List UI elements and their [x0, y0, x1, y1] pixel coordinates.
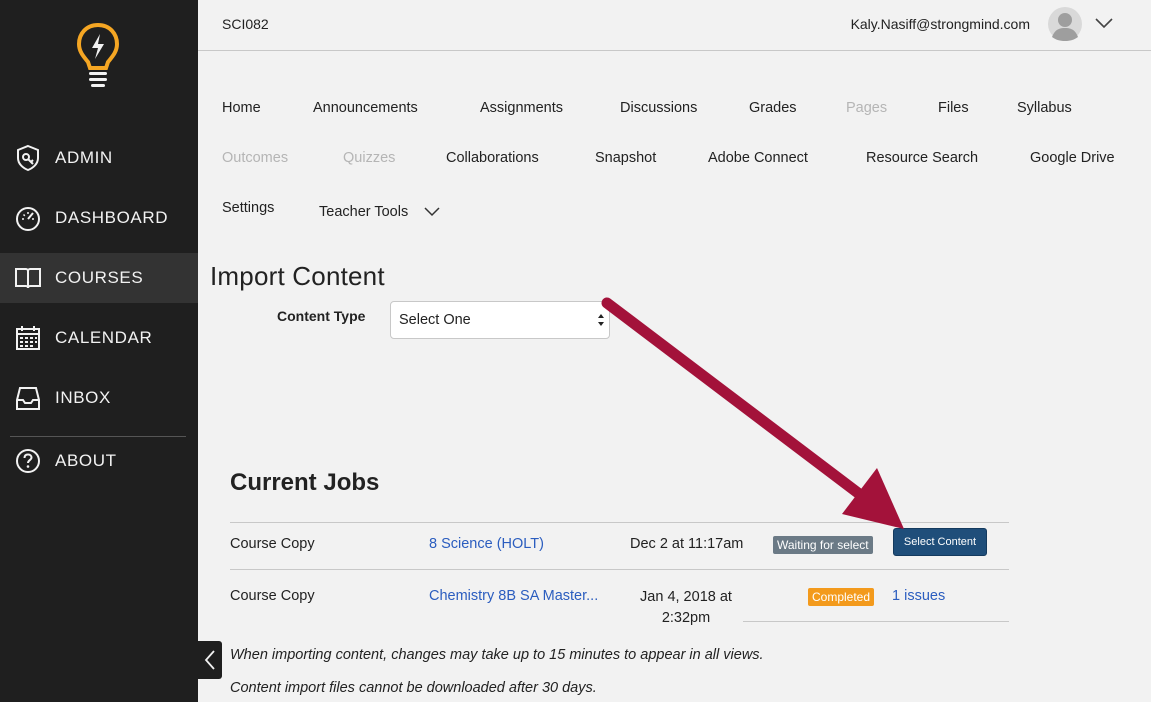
- page-title: Import Content: [210, 261, 385, 291]
- speedometer-icon: [16, 207, 40, 231]
- course-nav-collaborations[interactable]: Collaborations: [446, 150, 539, 166]
- user-email: Kaly.Nasiff@strongmind.com: [850, 16, 1030, 32]
- course-nav-teacher-tools[interactable]: Teacher Tools: [319, 204, 408, 220]
- calendar-icon: [16, 326, 40, 350]
- import-note: When importing content, changes may take…: [230, 647, 764, 663]
- job-source-link[interactable]: Chemistry 8B SA Master...: [429, 588, 598, 604]
- sidebar-item-calendar[interactable]: CALENDAR: [0, 313, 198, 363]
- sidebar-item-admin[interactable]: ADMIN: [0, 133, 198, 183]
- sidebar-item-about[interactable]: ABOUT: [0, 436, 198, 486]
- course-nav-grades[interactable]: Grades: [749, 100, 797, 116]
- content-type-select[interactable]: Select One: [390, 301, 610, 339]
- select-arrows-icon: [598, 314, 604, 326]
- job-type: Course Copy: [230, 536, 315, 552]
- course-nav-assignments[interactable]: Assignments: [480, 100, 563, 116]
- avatar[interactable]: [1048, 7, 1082, 41]
- app-window: ADMIN DASHBOARD COURSES CALENDAR INBOX A…: [0, 0, 1151, 702]
- sidebar-item-label: ABOUT: [55, 451, 117, 470]
- content-type-selected-value: Select One: [399, 312, 471, 328]
- course-nav-pages[interactable]: Pages: [846, 100, 887, 116]
- inbox-icon: [16, 387, 40, 410]
- course-nav-google-drive[interactable]: Google Drive: [1030, 150, 1115, 166]
- lightbulb-logo-icon[interactable]: [76, 22, 120, 88]
- job-date-line: Jan 4, 2018 at: [640, 589, 732, 605]
- sidebar-item-label: COURSES: [55, 268, 144, 287]
- download-note: Content import files cannot be downloade…: [230, 680, 597, 696]
- shield-icon: [17, 144, 39, 172]
- global-sidebar: ADMIN DASHBOARD COURSES CALENDAR INBOX A…: [0, 0, 198, 702]
- chevron-left-icon: [204, 650, 215, 670]
- question-icon: [16, 449, 40, 473]
- course-nav-files[interactable]: Files: [938, 100, 969, 116]
- job-date: Dec 2 at 11:17am: [630, 536, 744, 552]
- course-code[interactable]: SCI082: [222, 16, 269, 32]
- job-source-link[interactable]: 8 Science (HOLT): [429, 536, 544, 552]
- course-nav-discussions[interactable]: Discussions: [620, 100, 697, 116]
- course-nav-adobe-connect[interactable]: Adobe Connect: [708, 150, 808, 166]
- row-divider: [230, 522, 1009, 523]
- top-bar: SCI082 Kaly.Nasiff@strongmind.com: [198, 0, 1151, 51]
- status-badge: Waiting for select: [773, 536, 873, 554]
- sidebar-item-label: CALENDAR: [55, 328, 153, 347]
- row-divider: [743, 621, 1009, 622]
- sidebar-item-courses[interactable]: COURSES: [0, 253, 198, 303]
- select-content-button[interactable]: Select Content: [893, 528, 987, 556]
- course-nav-resource-search[interactable]: Resource Search: [866, 150, 978, 166]
- row-divider: [230, 569, 1009, 570]
- course-nav-outcomes[interactable]: Outcomes: [222, 150, 288, 166]
- sidebar-item-dashboard[interactable]: DASHBOARD: [0, 193, 198, 243]
- course-nav-announcements[interactable]: Announcements: [313, 100, 418, 116]
- current-jobs-title: Current Jobs: [230, 469, 380, 496]
- course-nav-home[interactable]: Home: [222, 100, 261, 116]
- sidebar-item-label: INBOX: [55, 388, 111, 407]
- content-type-label: Content Type: [277, 308, 366, 324]
- sidebar-item-inbox[interactable]: INBOX: [0, 373, 198, 423]
- course-nav-settings[interactable]: Settings: [222, 200, 274, 216]
- issues-link[interactable]: 1 issues: [892, 588, 945, 604]
- collapse-sidebar-button[interactable]: [197, 641, 222, 679]
- course-nav-quizzes[interactable]: Quizzes: [343, 150, 395, 166]
- course-nav-snapshot[interactable]: Snapshot: [595, 150, 656, 166]
- chevron-down-icon[interactable]: [424, 207, 440, 217]
- job-date-line: 2:32pm: [661, 610, 711, 626]
- job-date: Jan 4, 2018 at 2:32pm: [630, 587, 742, 629]
- chevron-down-icon[interactable]: [1094, 16, 1114, 30]
- status-badge: Completed: [808, 588, 875, 606]
- sidebar-item-label: ADMIN: [55, 148, 113, 167]
- sidebar-item-label: DASHBOARD: [55, 208, 169, 227]
- job-type: Course Copy: [230, 588, 315, 604]
- course-nav-syllabus[interactable]: Syllabus: [1017, 100, 1072, 116]
- book-icon: [15, 268, 41, 289]
